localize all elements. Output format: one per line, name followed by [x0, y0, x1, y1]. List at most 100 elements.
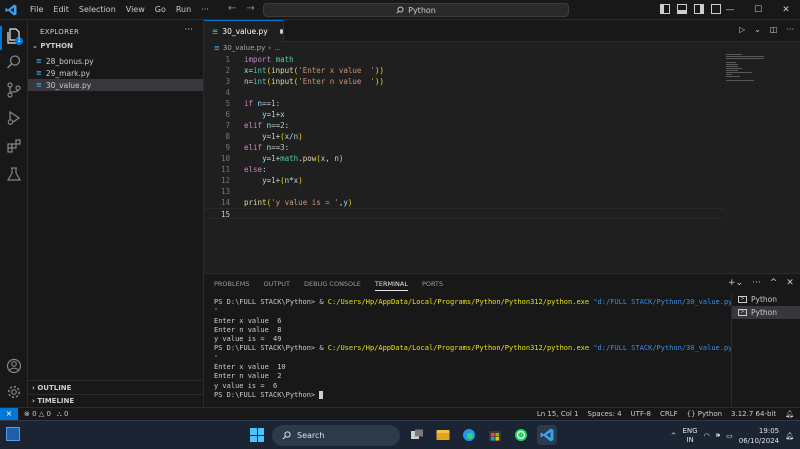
microsoft-store-icon[interactable] — [485, 425, 505, 445]
code-line: 4 — [204, 87, 724, 98]
whatsapp-icon[interactable] — [511, 425, 531, 445]
command-center-search[interactable]: Python — [263, 3, 569, 17]
breadcrumb: ≡ 30_value.py › … — [214, 44, 281, 52]
maximize-panel-icon[interactable]: ^ — [770, 278, 778, 288]
close-button[interactable]: ✕ — [772, 0, 800, 20]
search-icon[interactable] — [6, 54, 22, 70]
vscode-taskbar-icon[interactable] — [537, 425, 557, 445]
indentation[interactable]: Spaces: 4 — [588, 408, 622, 420]
code-line: 8 y=1+(x/n) — [204, 131, 724, 142]
tab-debug-console[interactable]: DEBUG CONSOLE — [304, 280, 361, 291]
language-mode[interactable]: {} Python — [687, 408, 722, 420]
breadcrumb-file[interactable]: 30_value.py — [223, 44, 265, 52]
ports-status[interactable]: ⛬ 0 — [57, 408, 69, 420]
windows-start-icon[interactable] — [250, 428, 264, 442]
terminal-instance-selected[interactable]: > Python — [732, 306, 800, 319]
menu-view[interactable]: View — [121, 0, 150, 20]
forward-arrow-icon[interactable]: → — [246, 3, 254, 14]
problems-status[interactable]: ⊗ 0 △ 0 — [24, 408, 51, 420]
ports-icon: ⛬ — [56, 410, 62, 418]
clock[interactable]: 19:05 06/10/2024 — [739, 426, 779, 446]
menu-bar: File Edit Selection View Go Run ··· — [25, 0, 214, 20]
tab-30-value-py[interactable]: ≡ 30_value.py — [204, 20, 284, 42]
battery-icon[interactable]: ▭ — [726, 432, 733, 440]
tab-ports[interactable]: PORTS — [422, 280, 443, 291]
menu-go[interactable]: Go — [150, 0, 171, 20]
account-icon[interactable] — [6, 358, 22, 374]
terminal-output[interactable]: PS D:\FULL STACK\Python> & C:/Users/Hp/A… — [214, 298, 734, 400]
back-arrow-icon[interactable]: ← — [228, 3, 236, 14]
activity-bar: 1 — [0, 20, 28, 407]
notification-icon[interactable]: 🔔︎ — [785, 432, 794, 440]
terminal-icon: > — [738, 309, 747, 316]
minimap[interactable] — [726, 54, 786, 94]
file-item-selected[interactable]: ≡ 30_value.py — [28, 79, 203, 91]
terminal-line: " — [214, 354, 734, 363]
file-item[interactable]: ≡ 29_mark.py — [28, 67, 203, 79]
code-text: y=1+(x/n) — [262, 132, 303, 141]
file-explorer-icon[interactable] — [433, 425, 453, 445]
edge-browser-icon[interactable] — [459, 425, 479, 445]
new-terminal-icon[interactable]: +⌄ — [728, 278, 743, 288]
wifi-icon[interactable]: ◠ — [704, 432, 710, 440]
menu-edit[interactable]: Edit — [48, 0, 74, 20]
breadcrumb-more[interactable]: … — [274, 44, 281, 52]
tab-output[interactable]: OUTPUT — [263, 280, 290, 291]
widgets-icon[interactable] — [6, 427, 20, 441]
line-number: 9 — [225, 143, 230, 152]
toggle-secondary-sidebar-icon[interactable] — [694, 4, 704, 14]
remote-indicator-icon[interactable]: ⨯ — [0, 408, 18, 420]
settings-icon[interactable] — [6, 384, 22, 400]
line-endings[interactable]: CRLF — [660, 408, 678, 420]
file-item[interactable]: ≡ 28_bonus.py — [28, 55, 203, 67]
outline-section[interactable]: › OUTLINE — [32, 384, 71, 392]
notifications-bell-icon[interactable]: 🔔︎ — [785, 408, 794, 420]
python-interpreter[interactable]: 3.12.7 64-bit — [731, 408, 776, 420]
show-hidden-icons-chevron-up-icon[interactable]: ^ — [671, 432, 677, 440]
maximize-button[interactable]: ☐ — [744, 0, 772, 20]
timeline-section[interactable]: › TIMELINE — [32, 397, 74, 405]
code-line: 12 y=1+(n*x) — [204, 175, 724, 186]
code-text: print('y value is = ',y) — [244, 198, 353, 207]
encoding[interactable]: UTF-8 — [631, 408, 651, 420]
line-number: 1 — [225, 55, 230, 64]
folder-python[interactable]: ⌄ PYTHON — [32, 42, 73, 50]
source-control-icon[interactable] — [6, 82, 22, 98]
terminal-prompt: PS D:\FULL STACK\Python> — [214, 298, 320, 306]
testing-icon[interactable] — [6, 166, 22, 182]
terminal-line: Enter x value 6 — [214, 316, 282, 325]
code-line: 14 print('y value is = ',y) — [204, 197, 724, 208]
explorer-badge: 1 — [15, 37, 23, 45]
dropdown-icon[interactable]: ⌄ — [754, 25, 761, 34]
run-file-icon[interactable]: ▷ — [739, 25, 745, 34]
minimize-button[interactable]: — — [716, 0, 744, 20]
language-indicator[interactable]: ENG IN — [683, 427, 698, 445]
toggle-primary-sidebar-icon[interactable] — [660, 4, 670, 14]
menu-more[interactable]: ··· — [196, 0, 214, 20]
menu-selection[interactable]: Selection — [74, 0, 121, 20]
taskbar-search[interactable]: Search — [272, 425, 400, 446]
toggle-panel-icon[interactable] — [677, 4, 687, 14]
line-number: 6 — [225, 110, 230, 119]
editor-area: ≡ 30_value.py ▷ ⌄ ◫ ··· ≡ 30_value.py › … — [204, 20, 800, 273]
explorer-more-button[interactable]: ··· — [184, 25, 193, 35]
unsaved-dot-icon[interactable] — [279, 29, 283, 34]
editor-tabs: ≡ 30_value.py ▷ ⌄ ◫ ··· — [204, 20, 800, 42]
file-label: 30_value.py — [45, 80, 92, 90]
more-actions-icon[interactable]: ··· — [786, 25, 794, 34]
volume-icon[interactable]: 🕪︎ — [716, 431, 720, 440]
menu-file[interactable]: File — [25, 0, 48, 20]
code-line: 1 import math — [204, 54, 724, 65]
cursor-position[interactable]: Ln 15, Col 1 — [537, 408, 579, 420]
task-view-icon[interactable] — [407, 425, 427, 445]
tab-terminal[interactable]: TERMINAL — [374, 280, 408, 291]
python-file-icon: ≡ — [212, 27, 219, 36]
run-debug-icon[interactable] — [6, 110, 22, 126]
menu-run[interactable]: Run — [171, 0, 196, 20]
extensions-icon[interactable] — [6, 138, 22, 154]
tab-problems[interactable]: PROBLEMS — [214, 280, 249, 291]
close-panel-icon[interactable]: ✕ — [786, 278, 794, 288]
more-actions-icon[interactable]: ··· — [752, 278, 761, 288]
terminal-instance[interactable]: > Python — [732, 293, 800, 306]
split-editor-icon[interactable]: ◫ — [770, 25, 778, 34]
